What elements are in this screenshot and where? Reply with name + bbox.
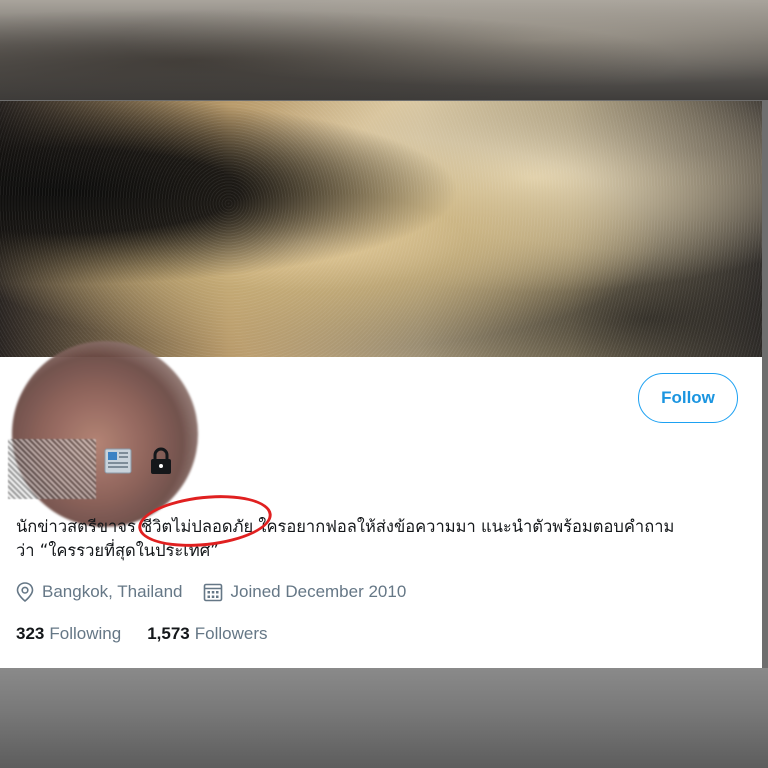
profile-banner [0, 101, 762, 357]
location-pin-icon [16, 582, 34, 602]
following-label: Following [49, 624, 122, 643]
bio-line-1: นักข่าวสตรีขาจร ชีวิตไม่ปลอดภัย ใครอยากฟ… [16, 517, 675, 536]
location-text: Bangkok, Thailand [42, 582, 183, 601]
joined-text: Joined December 2010 [230, 582, 407, 601]
location-item: Bangkok, Thailand [16, 582, 183, 602]
followers-link[interactable]: 1,573 Followers [147, 624, 267, 644]
profile-meta: Bangkok, Thailand Joined December 2010 [16, 582, 426, 602]
lock-icon [151, 447, 171, 474]
profile-stats: 323 Following 1,573 Followers [16, 624, 293, 644]
profile-name-area [8, 439, 188, 499]
avatar[interactable] [12, 341, 198, 527]
profile-bio: นักข่าวสตรีขาจร ชีวิตไม่ปลอดภัย ใครอยากฟ… [16, 515, 756, 563]
bio-line-2: ว่า “ใครรวยที่สุดในประเทศ” [16, 541, 219, 560]
follow-button[interactable]: Follow [638, 373, 738, 423]
followers-label: Followers [194, 624, 268, 643]
following-count: 323 [16, 624, 45, 643]
background-photo-top [0, 0, 768, 100]
display-name-blurred [8, 439, 96, 499]
newspaper-emoji-icon [104, 448, 132, 474]
following-link[interactable]: 323 Following [16, 624, 121, 644]
profile-card: Follow นักข่าวสตรีขาจร ชีวิตไม่ปลอดภัย ใ… [0, 101, 762, 668]
followers-count: 1,573 [147, 624, 190, 643]
joined-item: Joined December 2010 [203, 582, 407, 602]
calendar-icon [203, 583, 222, 602]
background-photo-bottom [0, 668, 768, 768]
